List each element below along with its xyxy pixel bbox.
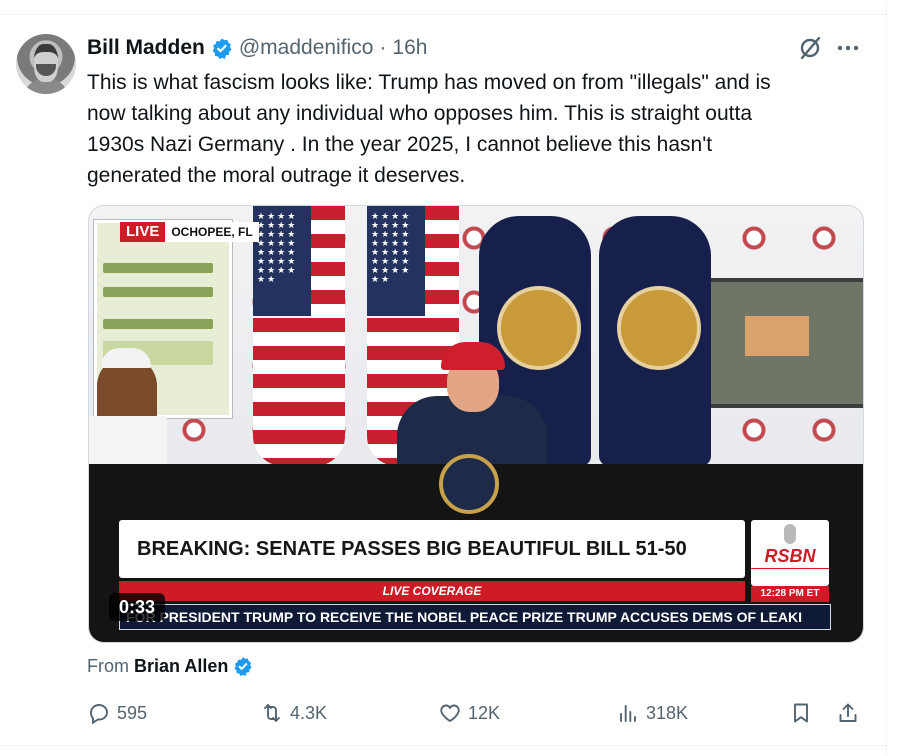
top-divider (0, 14, 886, 15)
action-bar: 595 4.3K 12K 318K (0, 698, 898, 728)
author-avatar[interactable] (16, 34, 76, 94)
broadcast-clock: 12:28 PM ET (751, 586, 829, 602)
reply-count: 595 (117, 702, 148, 723)
microphone-icon (784, 524, 796, 544)
share-icon (839, 703, 857, 722)
tweet-text: This is what fascism looks like: Trump h… (87, 71, 771, 187)
verified-badge-icon[interactable] (211, 37, 233, 59)
like-count: 12K (468, 702, 501, 723)
source-attribution: From Brian Allen (87, 654, 253, 678)
header-separator: · (379, 36, 387, 59)
person-left (89, 348, 167, 466)
post-time[interactable]: 16h (392, 36, 427, 60)
location-label: OCHOPEE, FL (171, 225, 253, 239)
breaking-banner: BREAKING: SENATE PASSES BIG BEAUTIFUL BI… (119, 520, 745, 578)
video-player[interactable]: ★★★★★★★★★★★★★★★★★★★★★★★★★★★★★★ ★★★★★★★★★… (88, 205, 864, 643)
presidential-seal (439, 454, 499, 514)
map-easel (705, 278, 863, 408)
bookmark-button[interactable] (789, 698, 813, 728)
share-button[interactable] (836, 698, 860, 728)
reply-icon (90, 704, 108, 725)
like-button[interactable]: 12K (438, 698, 500, 728)
grok-icon[interactable] (797, 35, 823, 61)
repost-button[interactable]: 4.3K (260, 698, 327, 728)
bottom-divider (0, 745, 886, 746)
presidential-flag (599, 216, 711, 466)
network-name: RSBN (764, 546, 816, 566)
view-count: 318K (646, 702, 689, 723)
reply-button[interactable]: 595 (87, 698, 147, 728)
tweet-header: Bill Madden @maddenifico · 16h (87, 34, 427, 62)
more-icon[interactable] (835, 37, 861, 59)
ticker-text: FOR PRESIDENT TRUMP TO RECEIVE THE NOBEL… (126, 609, 802, 625)
live-label: LIVE (120, 222, 166, 242)
us-flag: ★★★★★★★★★★★★★★★★★★★★★★★★★★★★★★ (253, 206, 345, 466)
verified-badge-icon[interactable] (233, 656, 253, 676)
author-name[interactable]: Bill Madden (87, 36, 205, 60)
news-ticker: FOR PRESIDENT TRUMP TO RECEIVE THE NOBEL… (119, 604, 831, 630)
repost-icon (264, 704, 280, 722)
like-icon (440, 704, 460, 723)
views-icon (620, 705, 636, 722)
views-button[interactable]: 318K (616, 698, 688, 728)
source-prefix: From (87, 655, 129, 676)
live-coverage-bar: LIVE COVERAGE (119, 581, 745, 601)
author-handle[interactable]: @maddenifico (239, 36, 374, 60)
right-divider (886, 0, 887, 756)
live-badge: LIVE OCHOPEE, FL (120, 222, 259, 242)
video-duration: 0:33 (109, 593, 166, 621)
breaking-headline: BREAKING: SENATE PASSES BIG BEAUTIFUL BI… (137, 538, 687, 560)
bookmark-icon (794, 703, 808, 723)
source-name[interactable]: Brian Allen (134, 656, 228, 677)
network-logo: RSBN (751, 520, 829, 586)
repost-count: 4.3K (290, 702, 328, 723)
